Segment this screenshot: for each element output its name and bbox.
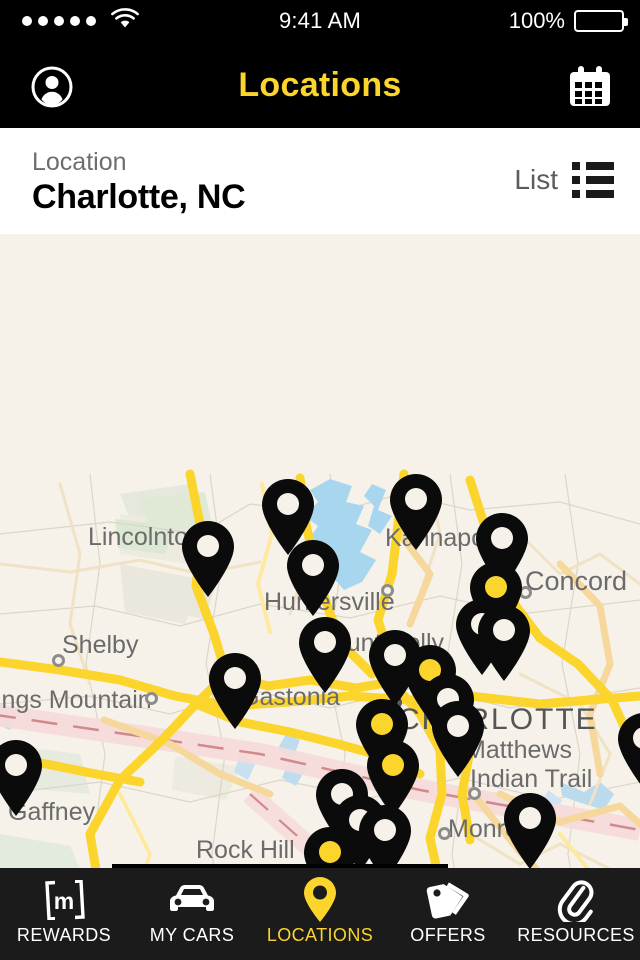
town-dot	[468, 787, 481, 800]
calendar-icon[interactable]	[568, 66, 612, 108]
map-pin-marker[interactable]	[614, 712, 640, 790]
map-pin-icon	[302, 877, 338, 922]
tab-rewards[interactable]: m REWARDS	[0, 868, 128, 960]
map-pin-marker[interactable]	[355, 804, 415, 868]
location-city[interactable]: Charlotte, NC	[32, 178, 246, 217]
tab-my-cars[interactable]: MY CARS	[128, 868, 256, 960]
tab-offers[interactable]: OFFERS	[384, 868, 512, 960]
map-pin-marker[interactable]	[178, 520, 238, 598]
app-screen: 9:41 AM 100% Locations Location Charlott…	[0, 0, 640, 960]
tab-label: LOCATIONS	[266, 925, 374, 945]
town-dot	[438, 827, 451, 840]
map-label: Indian Trail	[470, 765, 593, 793]
tab-label: REWARDS	[16, 925, 112, 945]
map-pin-marker[interactable]	[0, 739, 46, 817]
town-dot	[52, 654, 65, 667]
map-view[interactable]: Lincolnton Kannapolis Concord Huntersvil…	[0, 234, 640, 868]
map-label: Concord	[525, 566, 628, 596]
map-pin-marker[interactable]	[386, 473, 446, 551]
list-icon	[572, 162, 614, 198]
battery-percent-label: 100%	[508, 8, 565, 33]
map-label: Shelby	[62, 631, 139, 659]
tab-resources[interactable]: RESOURCES	[512, 868, 640, 960]
rewards-m-icon: m	[43, 878, 85, 922]
battery-full-icon	[574, 10, 628, 32]
map-pin-marker[interactable]	[300, 826, 360, 868]
map-pin-marker[interactable]	[295, 616, 355, 694]
town-dot	[145, 692, 158, 705]
status-bar-right: 100%	[508, 0, 628, 42]
page-title: Locations	[238, 66, 402, 104]
map-pin-marker[interactable]	[283, 539, 343, 617]
list-view-toggle[interactable]: List	[514, 162, 614, 198]
tab-label: OFFERS	[410, 925, 486, 945]
map-pin-marker[interactable]	[428, 700, 488, 778]
location-header: Location Charlotte, NC List	[0, 128, 640, 234]
map-label: ings Mountain	[0, 686, 152, 714]
map-pin-marker[interactable]	[474, 604, 534, 682]
map-pin-marker[interactable]	[205, 652, 265, 730]
nav-bar: Locations	[0, 42, 640, 128]
tab-bar: m REWARDS MY CARS LOCATIONS OFFERS RESOU…	[0, 868, 640, 960]
status-bar: 9:41 AM 100%	[0, 0, 640, 42]
tab-locations[interactable]: LOCATIONS	[256, 868, 384, 960]
map-label: Rock Hill	[196, 836, 295, 864]
list-view-label: List	[514, 164, 558, 195]
tag-icon	[425, 878, 471, 922]
car-icon	[167, 878, 217, 922]
paperclip-icon	[556, 878, 596, 922]
tab-label: RESOURCES	[517, 925, 635, 945]
map-pin-marker[interactable]	[500, 792, 560, 868]
town-dot	[381, 584, 394, 597]
location-label: Location	[32, 148, 127, 176]
svg-text:m: m	[54, 888, 74, 914]
tab-label: MY CARS	[149, 925, 235, 945]
